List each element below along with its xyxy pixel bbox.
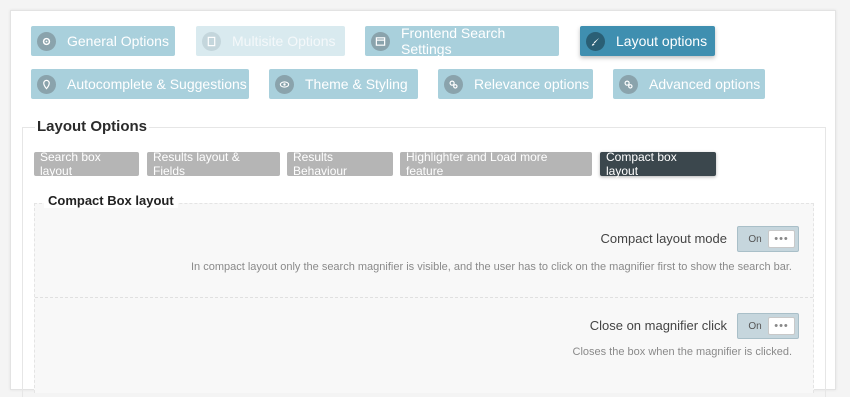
subtab-label: Results layout & Fields [153, 150, 240, 178]
tab-label: General Options [67, 33, 169, 49]
subtab-compact-box-layout[interactable]: Compact box layout [600, 150, 716, 178]
tab-label: Advanced options [649, 76, 761, 92]
tab-label: Layout options [616, 33, 708, 49]
tab-multisite-options[interactable]: Multisite Options [196, 26, 345, 56]
window-icon [371, 32, 390, 51]
inner-title: Compact Box layout [44, 193, 178, 208]
tab-advanced-options[interactable]: Advanced options [613, 69, 765, 99]
compact-layout-mode-toggle[interactable]: On ••• [737, 226, 799, 252]
tab-label: Frontend Search Settings [401, 25, 506, 57]
subtab-results-layout-fields[interactable]: Results layout & Fields [147, 150, 280, 178]
tab-general-options[interactable]: General Options [31, 26, 175, 56]
pin-icon [37, 75, 56, 94]
brush-icon [586, 32, 605, 51]
tab-layout-options[interactable]: Layout options [580, 26, 715, 56]
subtab-highlighter-load-more[interactable]: Highlighter and Load more feature [400, 150, 592, 178]
tab-autocomplete-suggestions[interactable]: Autocomplete & Suggestions [31, 69, 249, 99]
tab-label: Multisite Options [232, 33, 336, 49]
section-title: Layout Options [35, 118, 149, 135]
gear-icon [37, 32, 56, 51]
toggle-on-text: On [748, 320, 762, 332]
subtab-label: Results Behaviour [293, 150, 348, 178]
gears-icon [619, 75, 638, 94]
tab-frontend-search-settings[interactable]: Frontend Search Settings [365, 25, 559, 57]
tab-relevance-options[interactable]: Relevance options [438, 69, 593, 99]
tab-label: Theme & Styling [305, 76, 408, 92]
close-on-magnifier-click-toggle[interactable]: On ••• [737, 313, 799, 339]
compact-layout-mode-label: Compact layout mode [600, 231, 727, 246]
subtab-results-behaviour[interactable]: Results Behaviour [287, 150, 393, 178]
subtab-label: Highlighter and Load more feature [406, 150, 548, 178]
compact-layout-mode-description: In compact layout only the search magnif… [190, 261, 792, 273]
toggle-knob: ••• [768, 317, 795, 335]
toggle-on-text: On [748, 233, 762, 245]
subtab-label: Search box layout [40, 150, 101, 178]
close-on-magnifier-click-label: Close on magnifier click [589, 318, 727, 333]
eye-icon [275, 75, 294, 94]
subtab-label: Compact box layout [606, 150, 677, 178]
tab-theme-styling[interactable]: Theme & Styling [269, 69, 418, 99]
tab-label: Autocomplete & Suggestions [67, 76, 247, 92]
gears-icon [444, 75, 463, 94]
close-on-magnifier-click-description: Closes the box when the magnifier is cli… [572, 346, 793, 358]
tab-label: Relevance options [474, 76, 590, 92]
toggle-knob: ••• [768, 230, 795, 248]
document-icon [202, 32, 221, 51]
subtab-search-box-layout[interactable]: Search box layout [34, 150, 139, 178]
row-divider [35, 297, 813, 298]
